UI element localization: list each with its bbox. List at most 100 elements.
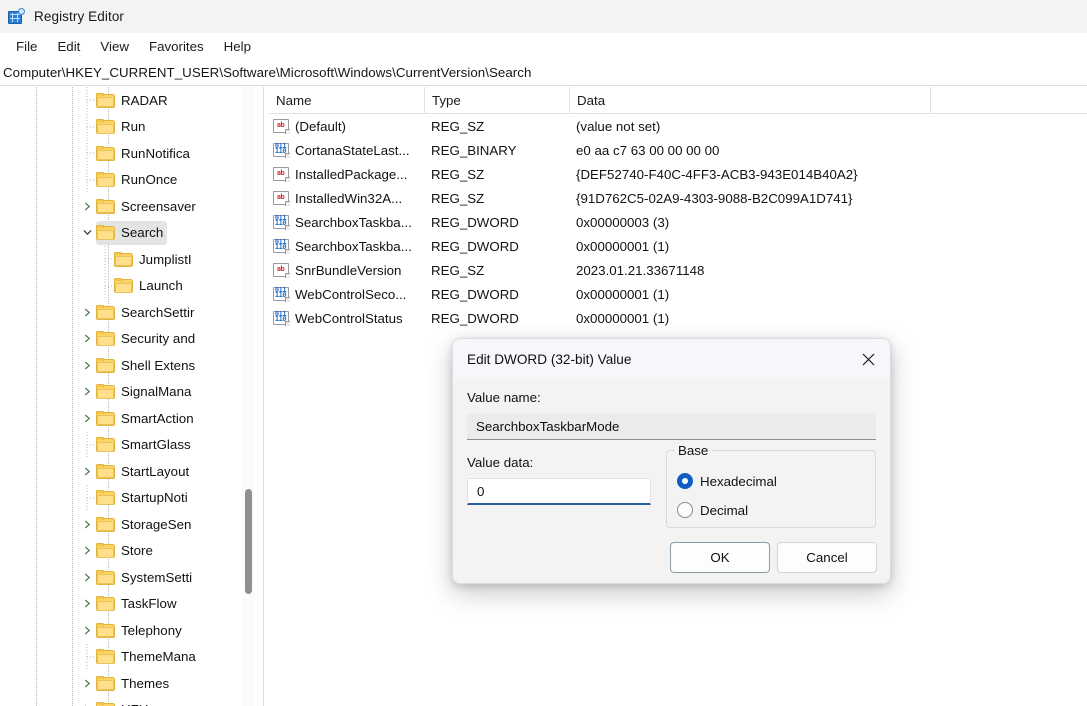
tree-item-telephony[interactable]: Telephony bbox=[0, 617, 255, 644]
address-bar[interactable]: Computer\HKEY_CURRENT_USER\Software\Micr… bbox=[0, 59, 1087, 86]
tree-item-startlayout[interactable]: StartLayout bbox=[0, 458, 255, 485]
chevron-right-icon[interactable] bbox=[78, 564, 96, 590]
tree-item-ufh[interactable]: UFH bbox=[0, 697, 255, 706]
table-row[interactable]: ab (Default) REG_SZ (value not set) bbox=[269, 114, 1087, 138]
radio-decimal-label: Decimal bbox=[700, 502, 749, 518]
tree-item-searchsettir[interactable]: SearchSettir bbox=[0, 299, 255, 326]
string-value-icon: ab bbox=[273, 166, 290, 182]
tree-item-launch[interactable]: Launch bbox=[0, 272, 255, 300]
column-header-type[interactable]: Type bbox=[425, 87, 570, 114]
tree-item-storagesen[interactable]: StorageSen bbox=[0, 511, 255, 538]
menu-item-view[interactable]: View bbox=[90, 36, 139, 57]
tree-item-smartglass[interactable]: SmartGlass bbox=[0, 431, 255, 459]
tree-item-smartaction[interactable]: SmartAction bbox=[0, 405, 255, 432]
tree-scrollbar[interactable] bbox=[242, 87, 255, 706]
table-row[interactable]: 011 110 SearchboxTaskba... REG_DWORD 0x00000… bbox=[269, 210, 1087, 234]
close-icon[interactable] bbox=[846, 339, 890, 379]
value-name-field[interactable] bbox=[467, 413, 876, 440]
tree-item-signalmana[interactable]: SignalMana bbox=[0, 379, 255, 406]
table-row[interactable]: 011 110 WebControlSeco... REG_DWORD 0x000000… bbox=[269, 282, 1087, 306]
radio-hexadecimal[interactable]: Hexadecimal bbox=[677, 473, 777, 489]
value-data-input[interactable] bbox=[467, 478, 651, 505]
tree-item-runonce[interactable]: RunOnce bbox=[0, 166, 255, 194]
tree-item-screensaver[interactable]: Screensaver bbox=[0, 193, 255, 220]
table-row[interactable]: 011 110 SearchboxTaskba... REG_DWORD 0x00000… bbox=[269, 234, 1087, 258]
binary-value-icon: 011 110 bbox=[273, 214, 290, 230]
tree-item-thememana[interactable]: ThemeMana bbox=[0, 643, 255, 671]
chevron-right-icon[interactable] bbox=[78, 326, 96, 352]
tree-item-label: StorageSen bbox=[121, 516, 192, 532]
tree-item-search[interactable]: Search bbox=[0, 220, 255, 247]
folder-icon bbox=[96, 92, 115, 108]
string-value-icon: ab bbox=[273, 262, 290, 278]
folder-icon bbox=[96, 331, 115, 347]
folder-icon bbox=[96, 437, 115, 453]
folder-icon bbox=[96, 490, 115, 506]
menu-item-edit[interactable]: Edit bbox=[47, 36, 90, 57]
tree-connector bbox=[78, 643, 96, 670]
chevron-right-icon[interactable] bbox=[78, 697, 96, 706]
tree-item-security-and[interactable]: Security and bbox=[0, 326, 255, 353]
chevron-right-icon[interactable] bbox=[78, 352, 96, 378]
value-name-cell: WebControlSeco... bbox=[295, 286, 407, 302]
cancel-button[interactable]: Cancel bbox=[777, 542, 877, 573]
chevron-right-icon[interactable] bbox=[78, 193, 96, 219]
tree-item-radar[interactable]: RADAR bbox=[0, 87, 255, 114]
tree-item-label: Screensaver bbox=[121, 198, 196, 214]
value-data-cell: 0x00000003 (3) bbox=[576, 214, 670, 230]
folder-icon bbox=[96, 516, 115, 532]
tree-item-run[interactable]: Run bbox=[0, 113, 255, 141]
tree-item-shell-extens[interactable]: Shell Extens bbox=[0, 352, 255, 379]
chevron-right-icon[interactable] bbox=[78, 511, 96, 537]
menu-item-help[interactable]: Help bbox=[214, 36, 261, 57]
menu-item-file[interactable]: File bbox=[6, 36, 47, 57]
chevron-right-icon[interactable] bbox=[78, 617, 96, 643]
chevron-right-icon[interactable] bbox=[78, 670, 96, 696]
chevron-right-icon[interactable] bbox=[78, 591, 96, 617]
folder-icon bbox=[96, 357, 115, 373]
chevron-right-icon[interactable] bbox=[78, 538, 96, 564]
value-name-cell: CortanaStateLast... bbox=[295, 142, 410, 158]
tree-item-taskflow[interactable]: TaskFlow bbox=[0, 591, 255, 618]
value-data-cell: e0 aa c7 63 00 00 00 00 bbox=[576, 142, 720, 158]
folder-icon bbox=[96, 569, 115, 585]
tree-item-store[interactable]: Store bbox=[0, 538, 255, 565]
folder-icon bbox=[96, 622, 115, 638]
tree-item-label: Run bbox=[121, 119, 146, 135]
edit-dword-dialog: Edit DWORD (32-bit) Value Value name: Va… bbox=[452, 338, 891, 584]
tree-item-runnotifica[interactable]: RunNotifica bbox=[0, 140, 255, 167]
chevron-down-icon[interactable] bbox=[78, 220, 96, 246]
radio-hexadecimal-label: Hexadecimal bbox=[700, 473, 777, 489]
chevron-right-icon[interactable] bbox=[78, 405, 96, 431]
menu-bar: File Edit View Favorites Help bbox=[0, 33, 1087, 59]
column-header-data[interactable]: Data bbox=[570, 87, 931, 114]
tree-item-startupnoti[interactable]: StartupNoti bbox=[0, 484, 255, 512]
tree-connector bbox=[96, 272, 114, 299]
table-row[interactable]: 011 110 WebControlStatus REG_DWORD 0x0000000… bbox=[269, 306, 1087, 330]
folder-icon bbox=[96, 304, 115, 320]
table-row[interactable]: 011 110 CortanaStateLast... REG_BINARY e0 aa… bbox=[269, 138, 1087, 162]
folder-icon bbox=[96, 172, 115, 188]
folder-icon bbox=[96, 145, 115, 161]
value-data-cell: 0x00000001 (1) bbox=[576, 238, 670, 254]
tree-item-themes[interactable]: Themes bbox=[0, 670, 255, 697]
chevron-right-icon[interactable] bbox=[78, 458, 96, 484]
registry-editor-window: Registry Editor File Edit View Favorites… bbox=[0, 0, 1087, 706]
registry-path: Computer\HKEY_CURRENT_USER\Software\Micr… bbox=[3, 64, 532, 80]
column-header-name[interactable]: Name bbox=[269, 87, 425, 114]
tree-item-jumplisti[interactable]: JumplistI bbox=[0, 246, 255, 273]
tree-item-systemsetti[interactable]: SystemSetti bbox=[0, 564, 255, 591]
radio-decimal[interactable]: Decimal bbox=[677, 502, 748, 518]
tree-item-label: Shell Extens bbox=[121, 357, 196, 373]
chevron-right-icon[interactable] bbox=[78, 299, 96, 325]
title-bar: Registry Editor bbox=[0, 0, 1087, 33]
table-row[interactable]: ab InstalledWin32A... REG_SZ {91D762C5-02A9… bbox=[269, 186, 1087, 210]
tree-item-label: Themes bbox=[121, 675, 170, 691]
tree-scrollbar-thumb[interactable] bbox=[245, 489, 252, 594]
menu-item-favorites[interactable]: Favorites bbox=[139, 36, 214, 57]
chevron-right-icon[interactable] bbox=[78, 379, 96, 405]
table-row[interactable]: ab InstalledPackage... REG_SZ {DEF52740-F40… bbox=[269, 162, 1087, 186]
value-data-cell: {91D762C5-02A9-4303-9088-B2C099A1D741} bbox=[576, 190, 853, 206]
table-row[interactable]: ab SnrBundleVersion REG_SZ 2023.01.21.33671… bbox=[269, 258, 1087, 282]
ok-button[interactable]: OK bbox=[670, 542, 770, 573]
